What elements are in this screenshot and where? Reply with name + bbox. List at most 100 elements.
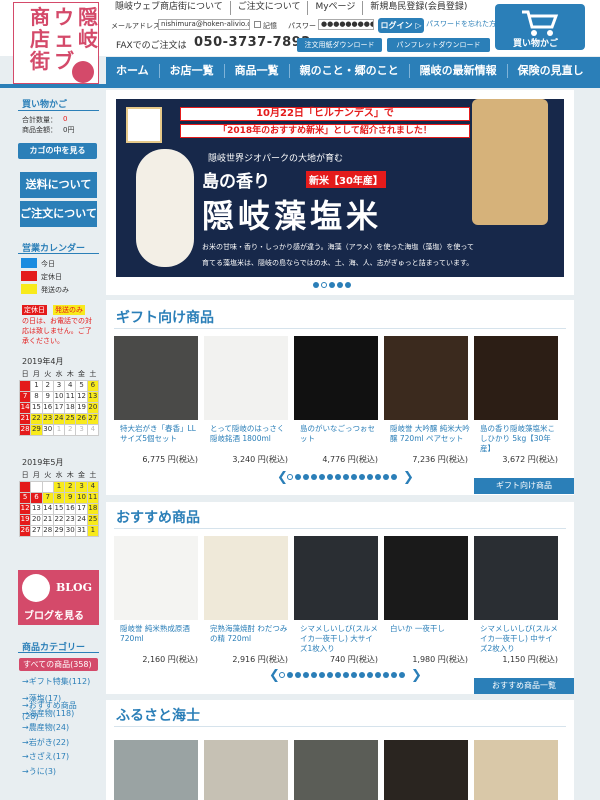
product-image[interactable] [204,740,288,800]
category-link[interactable]: →ギフト特集(112) [22,676,92,687]
cart-button[interactable]: 買い物かご [495,4,585,50]
carousel-dot[interactable] [375,672,381,678]
carousel-dot[interactable] [335,672,341,678]
product-image[interactable] [114,336,198,420]
carousel-dot[interactable] [343,474,349,480]
gift-more-button[interactable]: ギフト向け商品 [474,478,574,494]
product-name[interactable]: 島のがいなごっつぉセット [300,424,380,444]
link-about[interactable]: 隠岐ウェブ商店街について [115,1,230,15]
carousel-dot[interactable] [399,672,405,678]
carousel-dot[interactable] [311,672,317,678]
nav-family[interactable]: 親のこと・郷のこと [288,63,409,78]
product-image[interactable] [384,336,468,420]
carousel-dot[interactable] [351,474,357,480]
pamphlet-download-button[interactable]: パンフレットダウンロード [387,38,490,52]
carousel-dot[interactable] [391,672,397,678]
carousel-dot[interactable] [319,474,325,480]
product-image[interactable] [204,336,288,420]
ordering-info-button[interactable]: ご注文について [20,201,97,227]
product-name[interactable]: 隠岐誉 大吟醸 純米大吟醸 720ml ペアセット [390,424,470,444]
product-name[interactable]: 白いか 一夜干し [390,624,470,634]
view-cart-button[interactable]: カゴの中を見る [18,143,97,159]
category-all[interactable]: すべての商品(358) [19,658,98,671]
forgot-password-link[interactable]: パスワードを忘れた方 [426,19,496,29]
link-register[interactable]: 新規島民登録(会員登録) [362,1,474,15]
carousel-dot[interactable] [287,474,293,480]
nav-home[interactable]: ホーム [106,64,159,78]
blog-banner[interactable]: BLOG ブログを見る [18,570,99,625]
product-image[interactable] [384,740,468,800]
product-image[interactable] [114,740,198,800]
carousel-dot[interactable] [337,282,343,288]
category-link[interactable]: →岩がき(22) [22,737,69,748]
recommend-carousel-dots[interactable] [279,672,405,678]
carousel-dot[interactable] [343,672,349,678]
category-link[interactable]: →海産物(118) [22,708,74,719]
product-image[interactable] [474,536,558,620]
nav-products[interactable]: 商品一覧 [223,63,289,78]
carousel-dot[interactable] [327,672,333,678]
next-arrow-icon[interactable]: ❯ [411,668,422,683]
category-link[interactable]: →うに(3) [22,766,56,777]
carousel-dot[interactable] [367,474,373,480]
product-image[interactable] [474,740,558,800]
carousel-dot[interactable] [303,474,309,480]
carousel-dot[interactable] [359,474,365,480]
nav-shops[interactable]: お店一覧 [158,63,224,78]
carousel-dot[interactable] [345,282,351,288]
product-name[interactable]: シマメしいしび(スルメイカ一夜干し) 中サイズ2枚入り [480,624,560,654]
product-name[interactable]: 特大岩がき「春香」LLサイズ5個セット [120,424,200,444]
carousel-dot[interactable] [295,672,301,678]
product-image[interactable] [114,536,198,620]
product-image[interactable] [384,536,468,620]
carousel-dot[interactable] [319,672,325,678]
carousel-dot[interactable] [327,474,333,480]
product-name[interactable]: 隠岐誉 純米熟成原酒 720ml [120,624,200,644]
product-name[interactable]: 完熟海藻焼酎 わだつみの精 720ml [210,624,290,644]
login-button[interactable]: ログイン ▷ [378,18,424,33]
category-link[interactable]: →さざえ(17) [22,751,69,762]
carousel-dot[interactable] [303,672,309,678]
product-image[interactable] [294,336,378,420]
remember-checkbox[interactable] [254,21,261,28]
carousel-dot[interactable] [279,672,285,678]
category-link[interactable]: →藻塩(17) [22,693,61,704]
nav-insurance[interactable]: 保険の見直し [506,63,594,78]
product-name[interactable]: とって隠岐のはっさく 隠岐銘酒 1800ml [210,424,290,444]
carousel-dot[interactable] [295,474,301,480]
calendar-day: 3 [52,379,66,392]
carousel-dot[interactable] [375,474,381,480]
carousel-dot[interactable] [287,672,293,678]
carousel-dot[interactable] [383,474,389,480]
product-name[interactable]: シマメしいしび(スルメイカ一夜干し) 大サイズ1枚入り [300,624,380,654]
site-logo[interactable]: 隠 岐 ウ ェ ブ 商 店 街 [13,2,99,84]
carousel-dot[interactable] [313,282,319,288]
password-field[interactable]: ●●●●●●●●● [318,19,374,30]
carousel-dot[interactable] [329,282,335,288]
email-field[interactable]: nishimura@hoken-alivio.com [158,19,250,30]
carousel-dot[interactable] [391,474,397,480]
product-name[interactable]: 島の香り隠岐藻塩米こしひかり 5kg【30年産】 [480,424,560,454]
category-link[interactable]: →農産物(24) [22,722,69,733]
hero-banner[interactable]: 10月22日「ヒルナンデス」で 「2018年のおすすめ新米」として紹介されました… [116,99,564,277]
product-image[interactable] [474,336,558,420]
nav-news[interactable]: 隠岐の最新情報 [408,63,507,78]
banner-carousel-dots[interactable] [313,282,351,288]
carousel-dot[interactable] [367,672,373,678]
carousel-dot[interactable] [351,672,357,678]
gift-carousel-dots[interactable] [287,474,397,480]
link-ordering[interactable]: ご注文について [229,1,308,15]
recommend-more-button[interactable]: おすすめ商品一覧 [474,678,574,694]
product-image[interactable] [294,740,378,800]
carousel-dot[interactable] [335,474,341,480]
product-image[interactable] [204,536,288,620]
carousel-dot[interactable] [359,672,365,678]
carousel-dot[interactable] [321,282,327,288]
carousel-dot[interactable] [311,474,317,480]
carousel-dot[interactable] [383,672,389,678]
order-form-download-button[interactable]: 注文用紙ダウンロード [297,38,382,52]
shipping-info-button[interactable]: 送料について [20,172,97,198]
link-mypage[interactable]: Myページ [307,1,362,15]
product-image[interactable] [294,536,378,620]
next-arrow-icon[interactable]: ❯ [403,470,414,485]
